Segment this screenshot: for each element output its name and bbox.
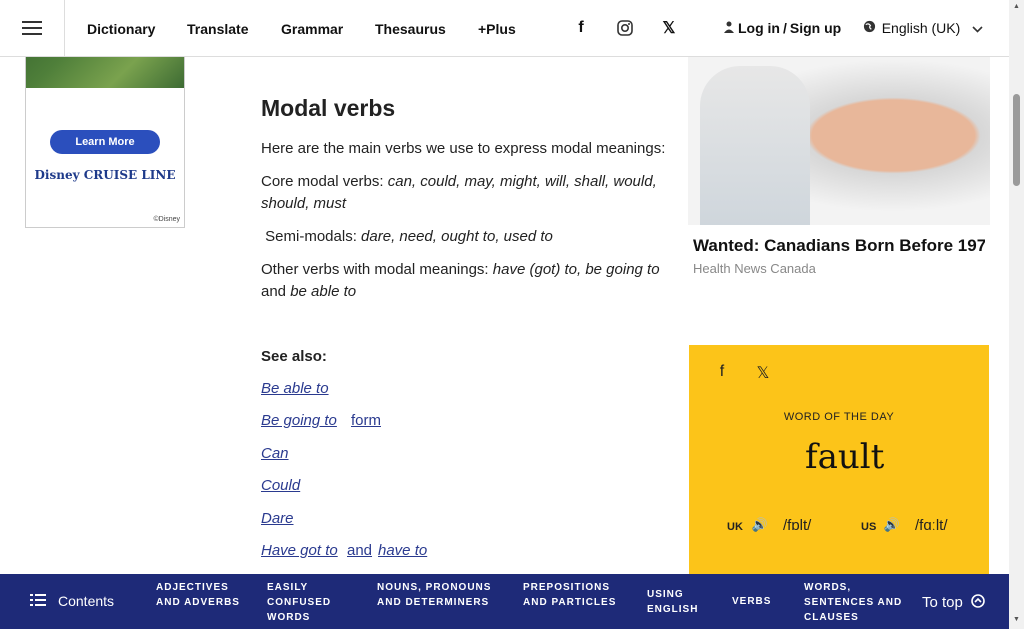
ad-source: Health News Canada [693, 261, 816, 276]
wotd-word[interactable]: fault [805, 437, 884, 477]
other-modals-list-b: be able to [290, 283, 357, 300]
us-label: US [861, 521, 877, 533]
article-body: Modal verbs Here are the main verbs we u… [261, 92, 673, 314]
intro-text: Here are the main verbs we use to expres… [261, 140, 666, 157]
login-link[interactable]: Log in [738, 20, 780, 36]
nav-plus[interactable]: +Plus [476, 0, 518, 57]
menu-button[interactable] [18, 14, 46, 42]
bottom-adjectives-adverbs[interactable]: ADJECTIVES AND ADVERBS [156, 580, 246, 610]
word-of-the-day: f 𝕏 WORD OF THE DAY fault UK 🔊 /fɒlt/ US… [689, 345, 989, 585]
bottom-using-english[interactable]: USING ENGLISH [647, 587, 707, 617]
right-advertisement[interactable]: Wanted: Canadians Born Before 1976 To Tr… [688, 46, 990, 301]
uk-audio-icon[interactable]: 🔊 [751, 517, 769, 535]
link-have-to[interactable]: have to [378, 542, 427, 559]
user-icon [724, 20, 734, 36]
link-dare[interactable]: Dare [261, 510, 294, 527]
vertical-scrollbar[interactable]: ▲ ▼ [1009, 0, 1024, 629]
ad-headline[interactable]: Wanted: Canadians Born Before 1976 To Tr… [693, 235, 985, 257]
us-audio-icon[interactable]: 🔊 [883, 517, 901, 535]
facebook-share-icon[interactable]: f [713, 363, 731, 381]
bottom-words-sentences[interactable]: WORDS, SENTENCES AND CLAUSES [804, 580, 916, 625]
link-have-got-to[interactable]: Have got to [261, 542, 338, 559]
scrollbar-thumb[interactable] [1013, 94, 1020, 186]
signup-link[interactable]: Sign up [790, 20, 841, 36]
ad-photo-doctor-ear [688, 46, 990, 225]
us-pronunciation: /fɑːlt/ [915, 517, 948, 534]
to-top-label: To top [922, 594, 963, 611]
top-navigation: Dictionary Translate Grammar Thesaurus +… [0, 0, 1009, 57]
contents-button[interactable]: Contents [30, 594, 114, 609]
disney-cruise-logo: Disney CRUISE LINE [34, 168, 176, 182]
list-icon [30, 594, 46, 609]
language-label: English (UK) [881, 20, 961, 36]
to-top-button[interactable]: To top [922, 594, 985, 611]
semi-modals-list: dare, need, ought to, used to [361, 228, 553, 245]
arrow-up-circle-icon [971, 594, 985, 611]
contents-label: Contents [58, 593, 115, 609]
other-modals-label: Other verbs with modal meanings: [261, 261, 489, 278]
nav-thesaurus[interactable]: Thesaurus [373, 0, 448, 57]
page: Learn More Disney CRUISE LINE ©Disney Di… [0, 0, 1024, 629]
bottom-nouns-pronouns[interactable]: NOUNS, PRONOUNS AND DETERMINERS [377, 580, 502, 610]
other-modals-and: and [261, 283, 287, 300]
nav-divider [64, 0, 65, 57]
auth-separator: / [783, 20, 787, 36]
other-modals-list-a: have (got) to, be going to [492, 261, 660, 278]
see-also-label: See also: [261, 348, 327, 365]
link-and[interactable]: and [347, 542, 372, 559]
auth-links: Log in / Sign up [724, 18, 841, 38]
bottom-verbs[interactable]: VERBS [732, 594, 782, 609]
scroll-down-arrow[interactable]: ▼ [1013, 616, 1020, 623]
core-modals: Core modal verbs: can, could, may, might… [261, 171, 673, 215]
uk-label: UK [727, 521, 743, 533]
globe-icon [863, 20, 876, 36]
learn-more-button[interactable]: Learn More [50, 130, 160, 154]
nav-dictionary[interactable]: Dictionary [85, 0, 157, 57]
ad-copyright: ©Disney [153, 216, 180, 223]
chevron-down-icon [972, 20, 983, 36]
x-share-icon[interactable]: 𝕏 [754, 363, 772, 382]
bottom-bar: Contents ADJECTIVES AND ADVERBS EASILY C… [0, 574, 1009, 629]
semi-modals-label: Semi-modals: [265, 228, 357, 245]
link-can[interactable]: Can [261, 445, 289, 462]
hamburger-icon [22, 21, 42, 35]
core-modals-label: Core modal verbs: [261, 173, 384, 190]
wotd-label: WORD OF THE DAY [783, 411, 895, 423]
link-be-going-to-form[interactable]: form [351, 412, 381, 429]
link-be-going-to[interactable]: Be going to [261, 412, 337, 429]
language-selector[interactable]: English (UK) [852, 8, 994, 48]
semi-modals: Semi-modals: dare, need, ought to, used … [261, 226, 673, 248]
scroll-up-arrow[interactable]: ▲ [1013, 3, 1020, 10]
uk-pronunciation: /fɒlt/ [783, 517, 812, 534]
other-modals: Other verbs with modal meanings: have (g… [261, 259, 673, 303]
link-could[interactable]: Could [261, 477, 300, 494]
section-heading: Modal verbs [261, 95, 396, 121]
link-be-able-to[interactable]: Be able to [261, 380, 329, 397]
facebook-icon[interactable]: f [570, 14, 592, 42]
nav-grammar[interactable]: Grammar [279, 0, 345, 57]
bottom-prepositions[interactable]: PREPOSITIONS AND PARTICLES [523, 580, 623, 610]
instagram-icon[interactable] [614, 14, 636, 42]
nav-translate[interactable]: Translate [185, 0, 250, 57]
x-twitter-icon[interactable]: 𝕏 [658, 14, 680, 42]
bottom-easily-confused-words[interactable]: EASILY CONFUSED WORDS [267, 580, 359, 625]
